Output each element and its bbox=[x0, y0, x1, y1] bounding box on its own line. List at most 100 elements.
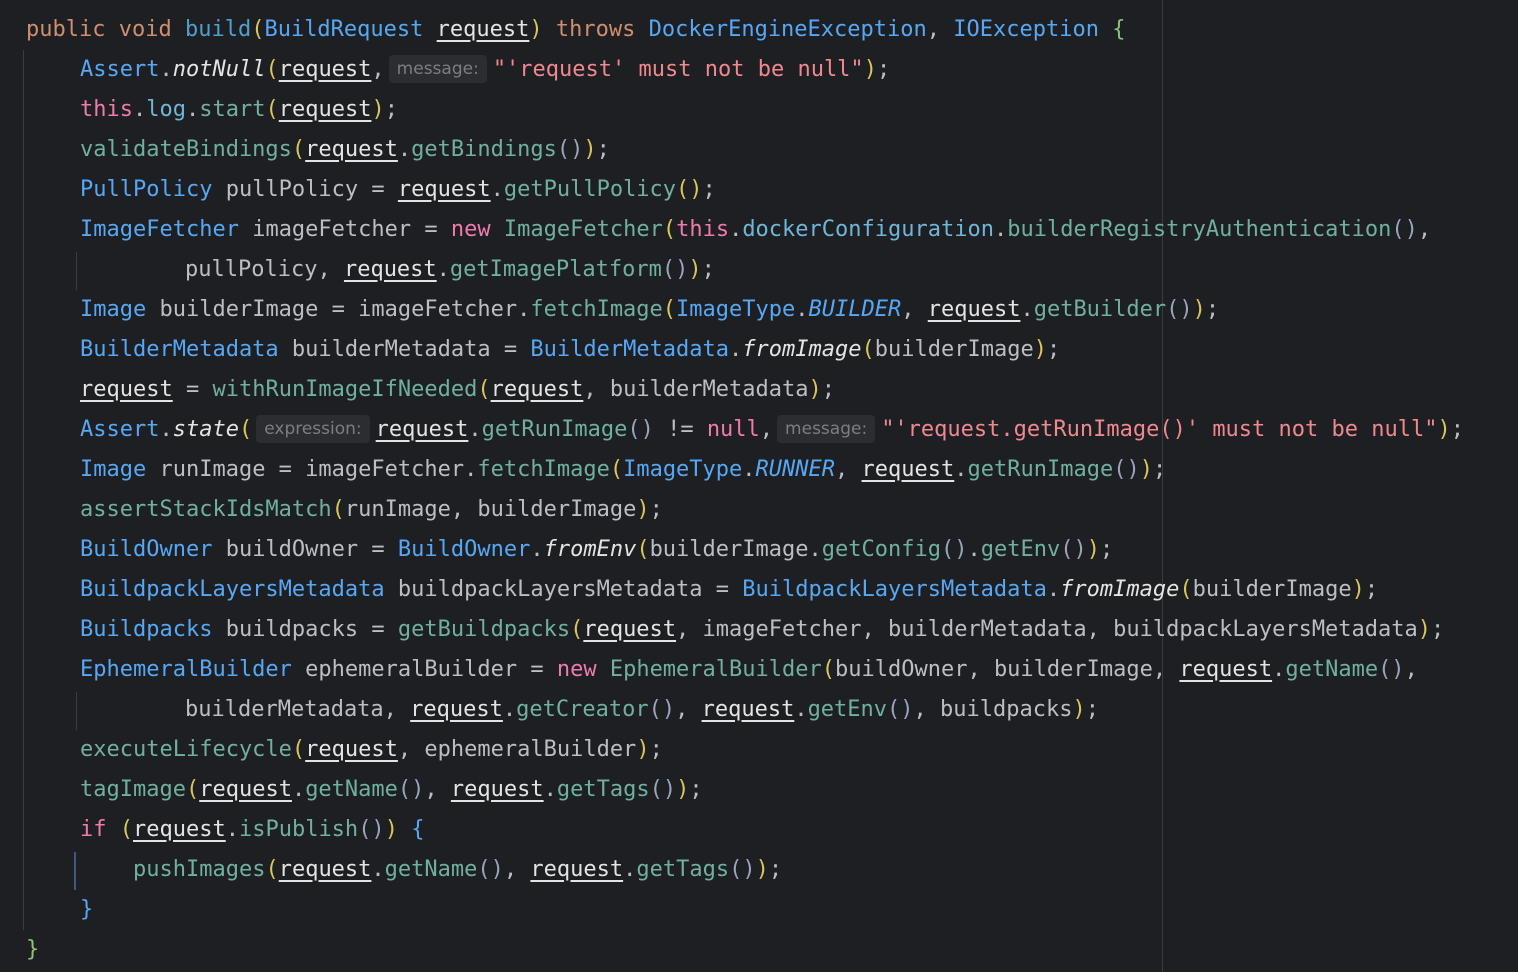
code-token: "'request.getRunImage()' must not be nul… bbox=[881, 417, 1438, 442]
code-token: , bbox=[759, 417, 774, 442]
code-token: ImageType bbox=[676, 297, 796, 322]
code-line[interactable]: pushImages(request.getName(), request.ge… bbox=[133, 850, 782, 890]
code-token: fetchImage bbox=[477, 457, 610, 482]
code-token: BuildOwner bbox=[80, 537, 213, 562]
code-token: ; bbox=[649, 497, 663, 522]
code-token: . bbox=[225, 817, 239, 842]
code-token: BuildRequest bbox=[264, 17, 424, 42]
code-token: ; bbox=[1431, 617, 1445, 642]
code-token: () bbox=[649, 777, 677, 802]
code-token: EphemeralBuilder bbox=[609, 657, 822, 682]
code-token: () bbox=[676, 177, 703, 202]
code-token: ( bbox=[662, 217, 677, 242]
code-line[interactable]: assertStackIdsMatch(runImage, builderIma… bbox=[80, 490, 663, 530]
code-line[interactable]: request = withRunImageIfNeeded(request, … bbox=[80, 370, 835, 410]
code-token: () bbox=[648, 697, 676, 722]
code-token: ) bbox=[371, 97, 385, 122]
code-line[interactable]: tagImage(request.getName(), request.getT… bbox=[80, 770, 703, 810]
code-token: . bbox=[159, 57, 173, 82]
code-line[interactable]: BuildpackLayersMetadata buildpackLayersM… bbox=[80, 570, 1378, 610]
code-token: throws bbox=[555, 17, 636, 42]
code-token: new bbox=[556, 657, 597, 682]
code-token: ) bbox=[1033, 337, 1047, 362]
code-line[interactable]: } bbox=[26, 930, 39, 970]
code-line[interactable]: executeLifecycle(request, ephemeralBuild… bbox=[80, 730, 663, 770]
code-token: ; bbox=[1364, 577, 1379, 602]
code-line[interactable]: Image runImage = imageFetcher.fetchImage… bbox=[80, 450, 1166, 490]
code-line[interactable]: Buildpacks buildpacks = getBuildpacks(re… bbox=[80, 610, 1444, 650]
code-token: getPullPolicy bbox=[503, 177, 677, 202]
code-token: . bbox=[159, 417, 173, 442]
code-token: validateBindings bbox=[80, 137, 292, 162]
code-token: request bbox=[927, 297, 1021, 322]
code-token: BUILDER bbox=[808, 297, 902, 322]
code-token: ( bbox=[238, 417, 253, 442]
parameter-hint: message: bbox=[777, 415, 876, 443]
code-token: ) bbox=[583, 137, 597, 162]
code-token: () bbox=[358, 817, 385, 842]
code-token: () bbox=[1378, 657, 1405, 682]
code-token: . bbox=[623, 857, 637, 882]
code-token: ; bbox=[701, 257, 715, 282]
code-token: withRunImageIfNeeded bbox=[212, 377, 478, 402]
code-line[interactable]: BuildOwner buildOwner = BuildOwner.fromE… bbox=[80, 530, 1113, 570]
code-token: buildOwner, builderImage, bbox=[835, 657, 1180, 682]
code-line[interactable]: PullPolicy pullPolicy = request.getPullP… bbox=[80, 170, 716, 210]
code-token: ) bbox=[755, 857, 769, 882]
code-editor[interactable]: public void build(BuildRequest request) … bbox=[0, 0, 1518, 972]
code-token: getCreator bbox=[516, 697, 649, 722]
code-token: builderImage = imageFetcher. bbox=[146, 297, 531, 322]
code-token: getEnv bbox=[807, 697, 888, 722]
code-line[interactable]: ImageFetcher imageFetcher = new ImageFet… bbox=[80, 210, 1431, 250]
code-line[interactable]: public void build(BuildRequest request) … bbox=[26, 10, 1125, 50]
code-token: ) bbox=[1139, 457, 1153, 482]
code-token: . bbox=[291, 777, 306, 802]
code-token: public bbox=[26, 17, 106, 42]
code-token: Image bbox=[80, 297, 147, 322]
code-token: fromImage bbox=[742, 337, 862, 362]
code-line[interactable]: validateBindings(request.getBindings()); bbox=[80, 130, 610, 170]
indent-guide bbox=[23, 50, 24, 930]
code-token: Buildpacks bbox=[80, 617, 213, 642]
code-token: request bbox=[490, 377, 584, 402]
code-line[interactable]: BuilderMetadata builderMetadata = Builde… bbox=[80, 330, 1060, 370]
code-line[interactable]: } bbox=[80, 890, 93, 930]
code-token: BuildpackLayersMetadata bbox=[80, 577, 385, 602]
code-line[interactable]: if (request.isPublish()) { bbox=[80, 810, 424, 850]
code-token: . bbox=[132, 97, 147, 122]
code-token: getEnv bbox=[980, 537, 1061, 562]
code-token: ) bbox=[1437, 417, 1451, 442]
code-token: EphemeralBuilder bbox=[80, 657, 292, 682]
code-line[interactable]: pullPolicy, request.getImagePlatform()); bbox=[185, 250, 715, 290]
code-token: BuildpackLayersMetadata bbox=[742, 577, 1047, 602]
code-token: this bbox=[676, 217, 730, 242]
code-token: , imageFetcher, builderMetadata, buildpa… bbox=[676, 617, 1418, 642]
code-token: () bbox=[729, 857, 756, 882]
code-token: . bbox=[794, 697, 808, 722]
parameter-hint: expression: bbox=[256, 415, 370, 443]
code-token: , bbox=[371, 57, 385, 82]
code-token: pullPolicy = bbox=[212, 177, 398, 202]
code-token: "'request' must not be null" bbox=[492, 57, 864, 82]
code-line[interactable]: Image builderImage = imageFetcher.fetchI… bbox=[80, 290, 1219, 330]
code-line[interactable]: Assert.notNull(request, message: "'request… bbox=[80, 50, 890, 90]
code-token: ( bbox=[477, 377, 491, 402]
code-token: ( bbox=[265, 97, 279, 122]
code-line[interactable]: Assert.state(expression: request.getRunIm… bbox=[80, 410, 1464, 450]
code-token: build bbox=[184, 17, 252, 42]
code-token: builderMetadata, bbox=[185, 697, 411, 722]
code-token: assertStackIdsMatch bbox=[80, 497, 332, 522]
code-token: ( bbox=[291, 737, 306, 762]
code-token: . bbox=[1020, 297, 1034, 322]
code-line[interactable]: EphemeralBuilder ephemeralBuilder = new … bbox=[80, 650, 1418, 690]
code-line[interactable]: builderMetadata, request.getCreator(), r… bbox=[185, 690, 1099, 730]
code-token: buildpackLayersMetadata = bbox=[384, 577, 743, 602]
code-line[interactable]: this.log.start(request); bbox=[80, 90, 398, 130]
code-token: getName bbox=[305, 777, 398, 802]
code-token: notNull bbox=[172, 57, 266, 82]
code-token: . bbox=[436, 257, 450, 282]
code-token: IOException bbox=[953, 17, 1099, 42]
